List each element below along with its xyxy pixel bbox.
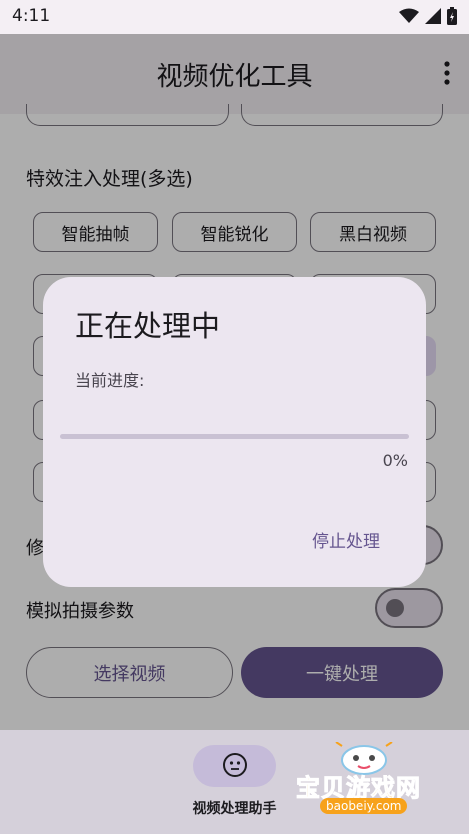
status-bar: 4:11: [0, 0, 469, 34]
processing-dialog: 正在处理中 当前进度: 0% 停止处理: [43, 277, 426, 587]
progress-label: 当前进度:: [75, 371, 145, 390]
status-icons: [399, 7, 457, 25]
status-time: 4:11: [12, 6, 51, 26]
wifi-icon: [399, 8, 419, 23]
progress-bar: [60, 434, 409, 439]
signal-icon: [425, 8, 441, 24]
stop-processing-button[interactable]: 停止处理: [312, 527, 380, 552]
progress-percent: 0%: [382, 451, 408, 470]
watermark-url: baobeiy.com: [320, 798, 408, 814]
face-icon[interactable]: [222, 752, 248, 778]
dialog-title: 正在处理中: [75, 309, 221, 343]
battery-icon: [447, 7, 457, 25]
watermark-logo: 宝贝游戏网 baobeiy.com: [290, 742, 440, 832]
